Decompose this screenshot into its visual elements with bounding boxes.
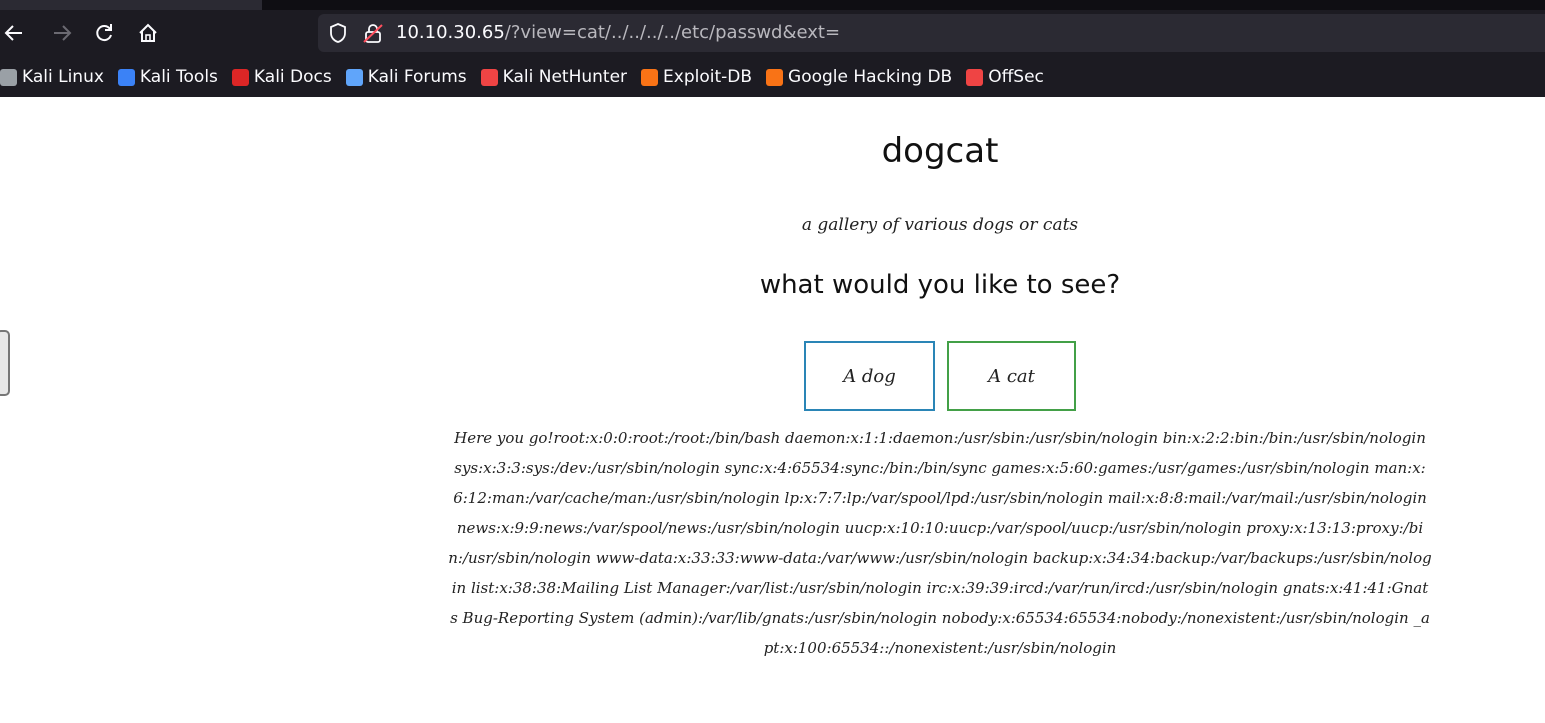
nethunter-icon — [480, 68, 498, 86]
bookmark-item[interactable]: Kali Tools — [117, 67, 218, 87]
bookmark-label: Kali Forums — [367, 67, 467, 87]
insecure-lock-icon[interactable] — [362, 22, 384, 44]
page-title: dogcat — [881, 131, 999, 171]
cat-button[interactable]: A cat — [947, 341, 1076, 411]
bookmark-label: Google Hacking DB — [788, 67, 953, 87]
bookmarks-toolbar: Kali Linux Kali Tools Kali Docs Kali Forums… — [0, 62, 1058, 92]
browser-toolbar: 10.10.30.65/?view=cat/../../../../etc/pa… — [0, 0, 1545, 97]
arrow-left-icon — [4, 25, 22, 41]
home-button[interactable] — [134, 18, 162, 48]
url-text[interactable]: 10.10.30.65/?view=cat/../../../../etc/pa… — [396, 22, 840, 44]
bookmark-label: Kali NetHunter — [502, 67, 628, 87]
kali-docs-icon — [231, 68, 249, 86]
home-icon — [139, 23, 157, 42]
dog-button[interactable]: A dog — [804, 341, 935, 411]
active-tab[interactable] — [0, 0, 262, 10]
arrow-right-icon — [54, 25, 72, 41]
url-path: /?view=cat/../../../../etc/passwd&ext= — [504, 22, 841, 43]
bookmark-label: Kali Linux — [22, 67, 104, 87]
address-bar[interactable]: 10.10.30.65/?view=cat/../../../../etc/pa… — [318, 14, 1545, 52]
tab-strip — [0, 0, 1545, 10]
kali-forums-icon — [345, 68, 363, 86]
bookmark-item[interactable]: Kali Docs — [231, 67, 332, 87]
bookmark-item[interactable]: OffSec — [966, 67, 1044, 87]
bookmark-item[interactable]: Kali Forums — [345, 67, 467, 87]
back-button[interactable] — [0, 18, 28, 48]
bookmark-label: Kali Tools — [139, 67, 218, 87]
shield-icon[interactable] — [328, 22, 348, 44]
bookmark-label: Exploit-DB — [663, 67, 753, 87]
bookmark-item[interactable]: Kali NetHunter — [480, 67, 628, 87]
reload-button[interactable] — [90, 18, 118, 48]
bookmark-item[interactable]: Exploit-DB — [641, 67, 752, 87]
bookmark-item[interactable]: Kali Linux — [0, 67, 104, 87]
kali-dragon-icon — [0, 68, 17, 86]
bookmark-label: Kali Docs — [253, 67, 332, 87]
url-host: 10.10.30.65 — [396, 22, 505, 43]
offsec-icon — [966, 68, 984, 86]
ghdb-icon — [766, 68, 784, 86]
kali-tools-icon — [117, 68, 135, 86]
exploit-db-icon — [641, 68, 659, 86]
reload-icon — [96, 24, 112, 42]
page-question: what would you like to see? — [759, 270, 1121, 300]
forward-button[interactable] — [48, 18, 76, 48]
bookmark-label: OffSec — [988, 67, 1044, 87]
result-output: Here you go!root:x:0:0:root:/root:/bin/b… — [448, 429, 1432, 657]
bookmark-item[interactable]: Google Hacking DB — [766, 67, 952, 87]
page-tagline: a gallery of various dogs or cats — [801, 215, 1079, 235]
page-content: dogcat a gallery of various dogs or cats… — [0, 97, 1545, 723]
